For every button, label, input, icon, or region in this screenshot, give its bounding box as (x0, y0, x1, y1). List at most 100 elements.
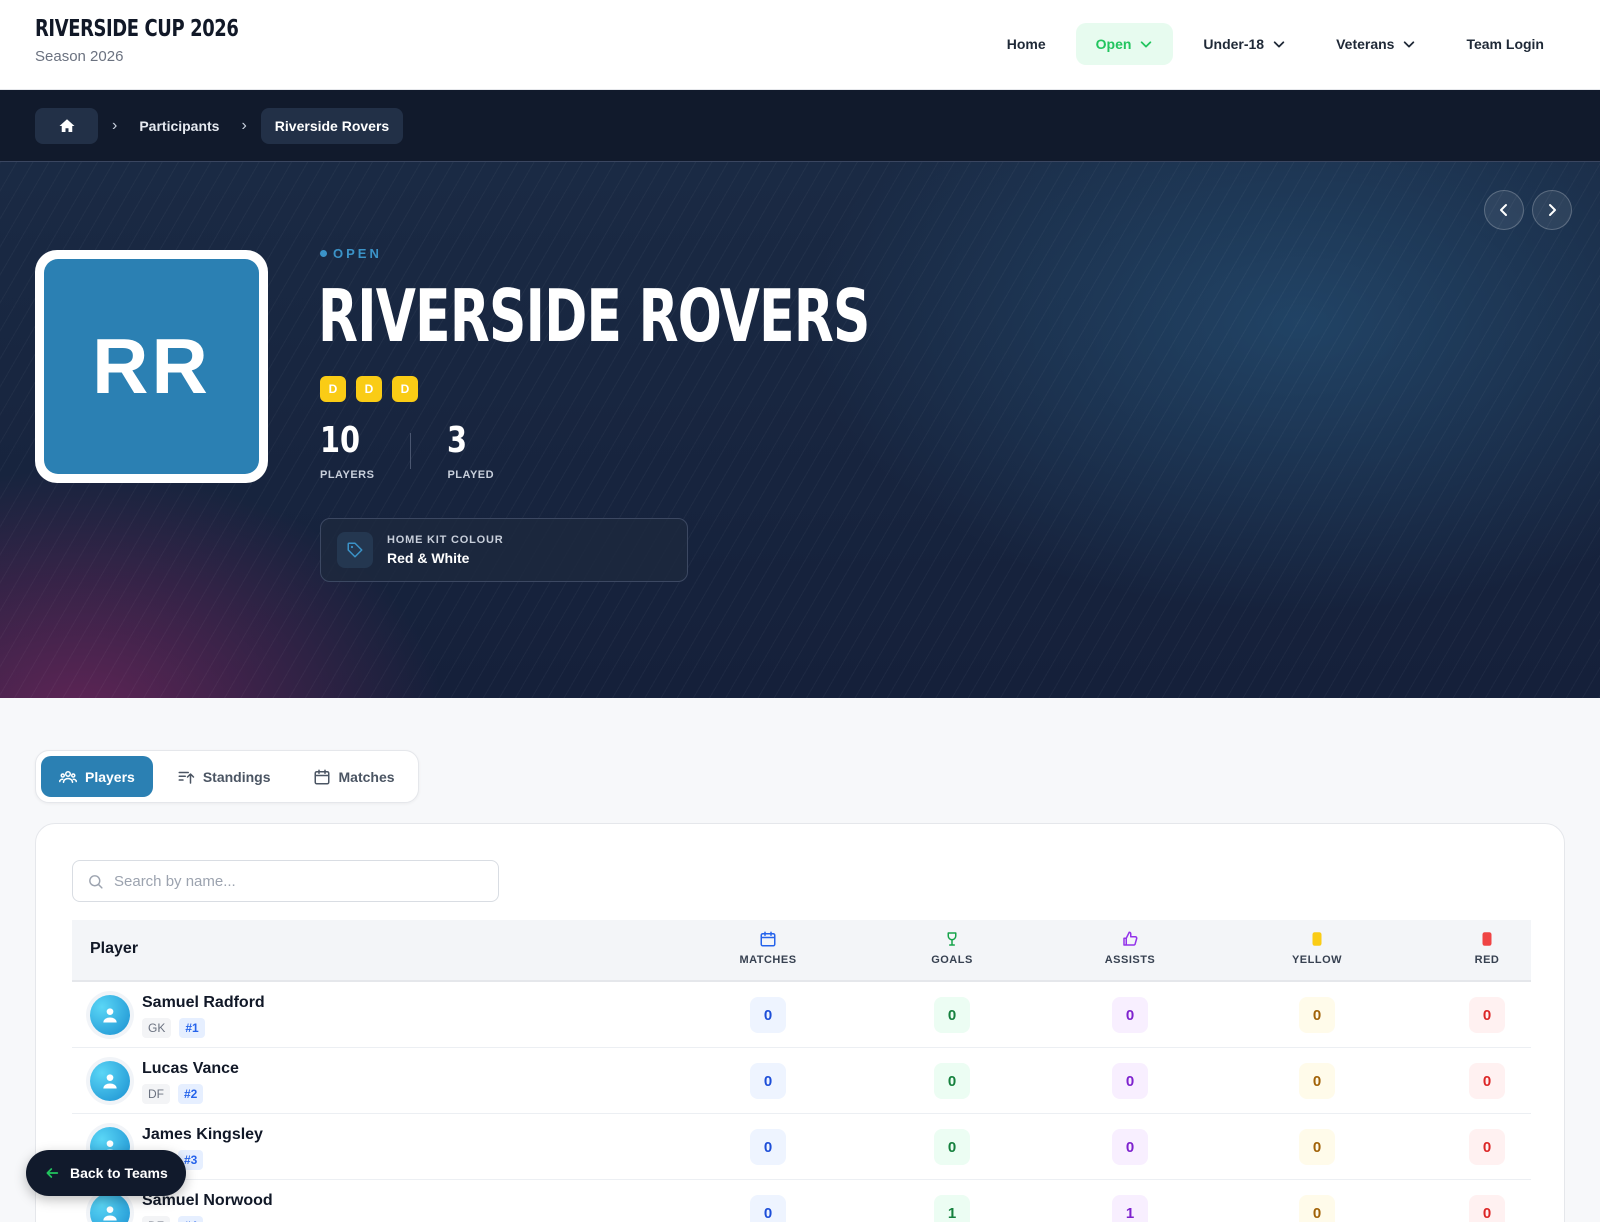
assists-value: 0 (1112, 1129, 1148, 1165)
main-nav: Home Open Under-18 Veterans Team Login (987, 23, 1564, 65)
matches-value: 0 (750, 1129, 786, 1165)
sort-icon (178, 771, 195, 784)
table-row[interactable]: Lucas Vance DF #2 0 0 0 0 0 (72, 1048, 1531, 1114)
stat-value: 3 (447, 420, 468, 461)
nav-under-18-label: Under-18 (1203, 36, 1265, 52)
red-value: 0 (1469, 1063, 1505, 1099)
chevron-left-icon (1500, 204, 1507, 216)
arrow-left-icon (46, 1168, 59, 1178)
nav-open[interactable]: Open (1075, 23, 1174, 65)
goals-value: 0 (934, 1129, 970, 1165)
tab-players[interactable]: Players (41, 756, 153, 797)
chevron-right-icon (1549, 204, 1556, 216)
red-card-icon (1482, 932, 1492, 946)
chevron-down-icon (1273, 41, 1285, 48)
breadcrumb-participants[interactable]: Participants (131, 118, 227, 134)
team-tabs: Players Standings Matches (35, 750, 419, 803)
player-name[interactable]: Samuel Radford (142, 994, 265, 1012)
stat-label: PLAYERS (320, 469, 375, 481)
red-column-header[interactable]: RED (1427, 930, 1547, 966)
chevron-right-icon: › (241, 117, 247, 134)
nav-home[interactable]: Home (987, 23, 1066, 65)
user-icon (103, 1074, 117, 1089)
column-label: ASSISTS (1104, 954, 1156, 966)
user-icon (103, 1008, 117, 1023)
users-icon (59, 770, 77, 783)
tag-icon (337, 532, 373, 568)
nav-open-label: Open (1095, 36, 1132, 52)
back-to-teams-button[interactable]: Back to Teams (26, 1150, 186, 1196)
players-panel: Player MATCHES GOALS ASSISTS YELLOW RED … (35, 823, 1565, 1222)
team-name: RIVERSIDE ROVERS (318, 274, 870, 358)
shirt-number-badge: #4 (178, 1216, 204, 1222)
assists-column-header[interactable]: ASSISTS (1070, 930, 1190, 966)
nav-under-18[interactable]: Under-18 (1183, 23, 1306, 65)
goals-column-header[interactable]: GOALS (892, 930, 1012, 966)
search-box (72, 860, 499, 902)
brand[interactable]: RIVERSIDE CUP 2026 Season 2026 (35, 16, 296, 65)
trophy-icon (947, 932, 957, 946)
matches-value: 0 (750, 1195, 786, 1222)
chevron-down-icon (1404, 41, 1415, 48)
breadcrumb-current: Riverside Rovers (260, 108, 404, 144)
team-pager (1484, 190, 1572, 230)
search-icon (89, 874, 103, 889)
goals-value: 0 (934, 997, 970, 1033)
kit-value: Red & White (387, 550, 470, 566)
form-result: D (356, 376, 382, 402)
yellow-value: 0 (1299, 1129, 1335, 1165)
recent-form: D D D (320, 376, 418, 402)
player-name[interactable]: James Kingsley (142, 1126, 263, 1144)
team-hero: RR OPEN RIVERSIDE ROVERS D D D 10 PLAYER… (0, 162, 1600, 698)
yellow-value: 0 (1299, 997, 1335, 1033)
search-input[interactable] (114, 872, 474, 890)
shirt-number-badge: #2 (178, 1084, 204, 1104)
team-stats: 10 PLAYERS 3 PLAYED (320, 420, 494, 481)
yellow-value: 0 (1299, 1063, 1335, 1099)
avatar (90, 1061, 130, 1101)
nav-home-label: Home (1006, 36, 1046, 52)
table-row[interactable]: Samuel Radford GK #1 0 0 0 0 0 (72, 982, 1531, 1048)
season-label: Season 2026 (35, 48, 124, 65)
assists-value: 1 (1112, 1195, 1148, 1222)
yellow-column-header[interactable]: YELLOW (1257, 930, 1377, 966)
player-tags: GK #1 (142, 1018, 205, 1038)
position-badge: GK (142, 1018, 172, 1038)
team-initials: RR (44, 259, 259, 474)
position-badge: DF (142, 1084, 170, 1104)
column-label: MATCHES (739, 954, 797, 966)
user-icon (103, 1206, 117, 1221)
matches-value: 0 (750, 997, 786, 1033)
previous-team-button[interactable] (1484, 190, 1524, 230)
red-value: 0 (1469, 997, 1505, 1033)
calendar-icon (314, 769, 329, 784)
player-name[interactable]: Lucas Vance (142, 1060, 239, 1078)
tab-matches-label: Matches (338, 768, 395, 785)
table-header: Player MATCHES GOALS ASSISTS YELLOW RED (72, 920, 1531, 982)
form-result: D (320, 376, 346, 402)
breadcrumb-home[interactable] (35, 108, 98, 144)
next-team-button[interactable] (1532, 190, 1572, 230)
column-label: RED (1474, 954, 1500, 966)
yellow-value: 0 (1299, 1195, 1335, 1222)
table-row[interactable]: James Kingsley DF #3 0 0 0 0 0 (72, 1114, 1531, 1180)
table-row[interactable]: Samuel Norwood DF #4 0 1 1 0 0 (72, 1180, 1531, 1222)
shirt-number-badge: #1 (179, 1018, 205, 1038)
player-tags: DF #2 (142, 1084, 204, 1104)
site-title[interactable]: RIVERSIDE CUP 2026 (35, 16, 239, 42)
goals-value: 0 (934, 1063, 970, 1099)
goals-value: 1 (934, 1195, 970, 1222)
matches-column-header[interactable]: MATCHES (708, 930, 828, 966)
nav-veterans-label: Veterans (1336, 36, 1395, 52)
assists-value: 0 (1112, 997, 1148, 1033)
nav-team-login-label: Team Login (1466, 36, 1544, 52)
tab-matches[interactable]: Matches (295, 756, 413, 797)
player-column-header[interactable]: Player (90, 940, 138, 958)
tab-standings[interactable]: Standings (159, 756, 289, 797)
avatar (90, 995, 130, 1035)
nav-team-login[interactable]: Team Login (1446, 23, 1564, 65)
red-value: 0 (1469, 1195, 1505, 1222)
matches-value: 0 (750, 1063, 786, 1099)
avatar (90, 1193, 130, 1222)
nav-veterans[interactable]: Veterans (1316, 23, 1436, 65)
